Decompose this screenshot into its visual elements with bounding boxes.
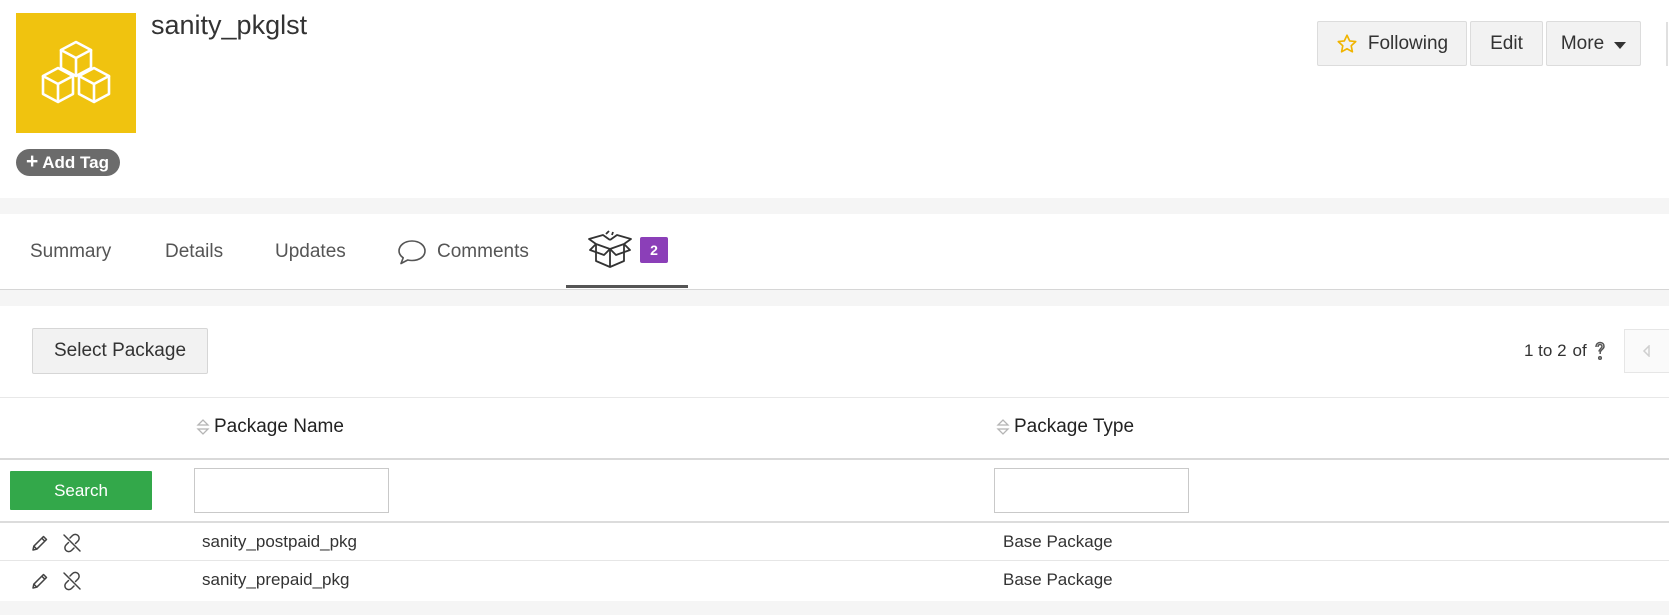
search-label: Search [54,480,108,500]
tab-summary-label: Summary [30,241,112,262]
tab-comments[interactable]: Comments [397,214,529,290]
tab-details-label: Details [165,241,224,262]
select-package-button[interactable]: Select Package [32,328,208,374]
divider [0,458,1669,460]
sort-icon [196,419,210,435]
tab-summary[interactable]: Summary [30,214,111,290]
edit-label: Edit [1490,32,1523,54]
tab-details[interactable]: Details [165,214,223,290]
package-type-cell: Base Package [1003,532,1113,551]
package-name-filter-input[interactable] [194,468,389,513]
column-header-label: Package Type [1014,416,1135,437]
divider [1666,22,1668,66]
pencil-icon[interactable] [30,533,50,553]
edit-button[interactable]: Edit [1470,21,1543,66]
column-header-package-type[interactable]: Package Type [996,416,1134,438]
more-label: More [1560,32,1605,54]
plus-icon: + [26,150,39,173]
table-row: sanity_postpaid_pkg Base Package [0,523,1669,561]
divider [0,397,1669,398]
package-name-cell: sanity_postpaid_pkg [202,532,358,551]
following-label: Following [1367,32,1449,54]
open-box-icon [588,229,632,268]
record-header: sanity_pkglst + Add Tag Following Edit M… [0,0,1669,198]
question-mark-icon[interactable] [1593,341,1607,361]
column-header-package-name[interactable]: Package Name [196,416,344,438]
add-tag-button[interactable]: + Add Tag [16,149,120,176]
table-row: sanity_prepaid_pkg Base Package [0,561,1669,599]
add-tag-label: Add Tag [42,152,109,172]
pager-of-label: of [1572,341,1587,360]
sort-icon [996,419,1010,435]
chevron-down-icon [1614,41,1627,49]
pager-range: 1 to 2 [1524,341,1567,360]
tab-packages[interactable]: 2 [566,214,688,288]
tab-bar: Summary Details Updates Comments 2 [0,214,1669,290]
chevron-left-icon [1642,345,1650,357]
package-count-badge: 2 [640,236,668,263]
page-title: sanity_pkglst [151,10,308,40]
select-package-label: Select Package [53,340,187,361]
pencil-icon[interactable] [30,571,50,591]
more-button[interactable]: More [1546,21,1641,66]
cubes-icon [41,40,111,104]
package-name-cell: sanity_prepaid_pkg [202,570,350,589]
previous-page-button[interactable] [1624,329,1669,373]
column-header-label: Package Name [214,416,344,437]
unlink-icon[interactable] [62,571,82,591]
speech-bubble-icon [398,240,426,265]
pager: 1 to 2 of [1524,341,1607,361]
record-logo [16,13,136,133]
following-button[interactable]: Following [1317,21,1467,66]
packages-panel: Select Package 1 to 2 of Package Name Pa… [0,306,1669,601]
search-button[interactable]: Search [10,471,152,510]
unlink-icon[interactable] [62,533,82,553]
tab-comments-label: Comments [437,241,529,262]
tab-updates[interactable]: Updates [275,214,346,290]
tab-updates-label: Updates [275,241,346,262]
star-icon [1337,33,1357,53]
package-type-filter-input[interactable] [994,468,1189,513]
package-type-cell: Base Package [1003,570,1113,589]
